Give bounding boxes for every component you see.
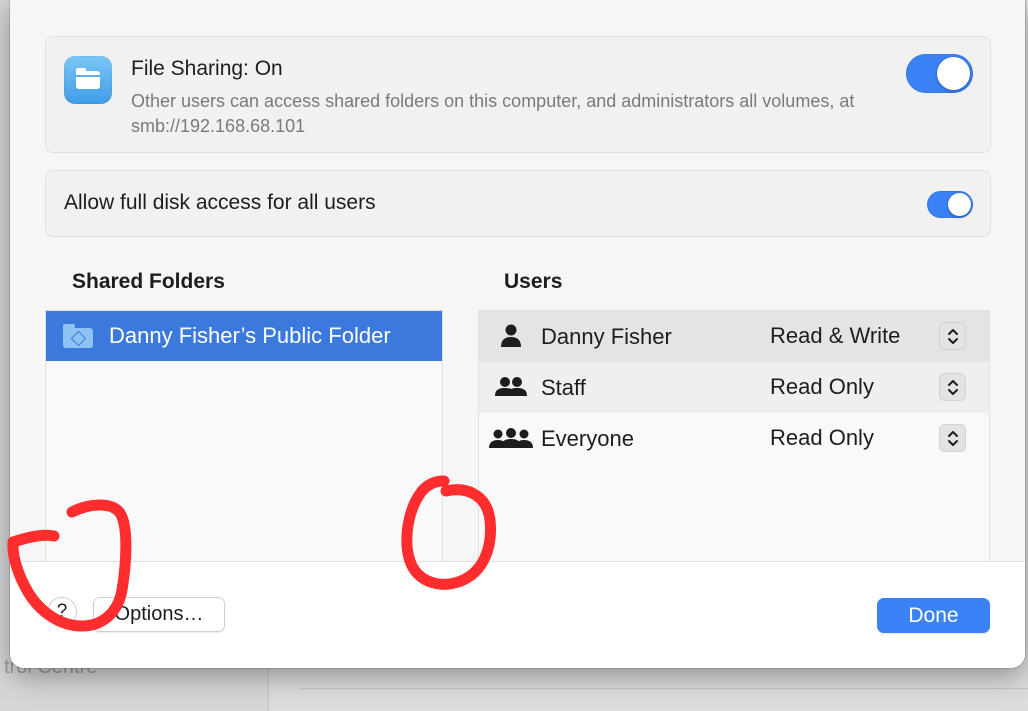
permission-value[interactable]: Read Only <box>770 425 874 451</box>
shared-folders-heading: Shared Folders <box>72 270 225 293</box>
user-name: Staff <box>541 375 586 400</box>
everyone-icon <box>489 425 533 451</box>
shared-folder-row[interactable]: Danny Fisher’s Public Folder <box>46 311 442 361</box>
file-sharing-title: File Sharing: On <box>131 57 283 80</box>
file-sharing-description: Other users can access shared folders on… <box>131 91 855 136</box>
toggle-knob <box>948 193 971 216</box>
user-name: Danny Fisher <box>541 324 672 349</box>
full-disk-access-label: Allow full disk access for all users <box>64 191 376 214</box>
full-disk-access-toggle[interactable] <box>927 191 973 218</box>
done-button[interactable]: Done <box>877 598 990 633</box>
users-heading: Users <box>504 270 563 293</box>
person-icon <box>489 323 533 349</box>
chevron-updown-icon <box>948 329 958 344</box>
permission-value[interactable]: Read Only <box>770 374 874 400</box>
help-button[interactable]: ? <box>47 597 77 627</box>
permission-value[interactable]: Read & Write <box>770 323 900 349</box>
users-list: Danny Fisher Read & Write Staff Read Onl… <box>478 310 990 571</box>
shared-folder-label: Danny Fisher’s Public Folder <box>109 323 391 348</box>
file-sharing-toggle[interactable] <box>906 54 973 93</box>
user-name: Everyone <box>541 426 634 451</box>
options-button[interactable]: Options… <box>93 597 225 632</box>
permission-popup-button[interactable] <box>939 322 966 350</box>
full-disk-access-card: Allow full disk access for all users <box>45 170 991 237</box>
user-row-everyone[interactable]: Everyone Read Only <box>479 413 989 464</box>
shared-folders-list: Danny Fisher’s Public Folder <box>45 310 443 571</box>
permission-popup-button[interactable] <box>939 424 966 452</box>
shared-folder-icon <box>63 324 93 348</box>
chevron-updown-icon <box>948 380 958 395</box>
user-row-staff[interactable]: Staff Read Only <box>479 362 989 413</box>
file-sharing-card: File Sharing: On Other users can access … <box>45 36 991 153</box>
permission-popup-button[interactable] <box>939 373 966 401</box>
user-row-danny-fisher[interactable]: Danny Fisher Read & Write <box>479 311 989 362</box>
file-sharing-folder-icon <box>64 56 112 104</box>
chevron-updown-icon <box>948 431 958 446</box>
file-sharing-sheet: File Sharing: On Other users can access … <box>10 0 1025 668</box>
toggle-knob <box>937 57 970 90</box>
group-icon <box>489 374 533 400</box>
background-divider <box>300 688 1028 689</box>
